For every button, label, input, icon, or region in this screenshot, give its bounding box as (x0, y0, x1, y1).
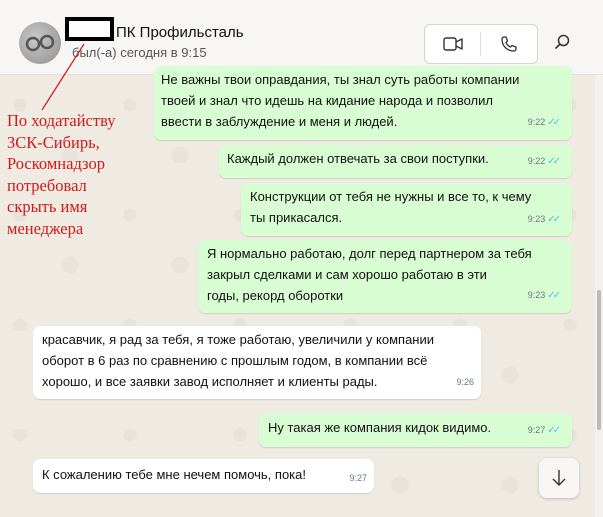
redaction-box (65, 17, 114, 41)
annotation-line: ЗСК-Сибирь, (7, 132, 100, 152)
annotation-line: менеджера (7, 218, 84, 238)
message-meta: 9:27 ✓✓ (527, 419, 561, 442)
message-time: 9:26 (456, 377, 474, 387)
message-meta: 9:22 ✓✓ (527, 150, 561, 173)
annotation-line: Роскомнадзор (7, 154, 105, 173)
annotation-line: По ходатайству (7, 111, 116, 130)
message-meta: 9:22 ✓✓ (527, 111, 561, 134)
message-bubble-outgoing[interactable]: Конструкции от тебя не нужны и все то, к… (241, 183, 572, 236)
message-bubble-outgoing[interactable]: Не важны твои оправдания, ты знал суть р… (154, 66, 572, 140)
read-receipt-icon: ✓✓ (547, 156, 561, 167)
message-meta: 9:23 ✓✓ (527, 208, 561, 231)
message-text-line: Конструкции от тебя не нужны и все то, к… (250, 189, 532, 204)
read-receipt-icon: ✓✓ (547, 117, 561, 128)
video-call-icon (442, 37, 463, 51)
message-text-line: годы, рекорд оборотки (207, 288, 344, 303)
message-bubble-incoming[interactable]: красавчик, я рад за тебя, я тоже работаю… (33, 326, 481, 399)
annotation-line: потребовал (7, 175, 87, 195)
message-text-line: Ну такая же компания кидок видимо. (268, 420, 492, 435)
message-text-line: К сожалению тебе мне нечем помочь, пока! (42, 467, 306, 482)
contact-name[interactable]: ПК Профильсталь (116, 24, 244, 41)
message-bubble-incoming[interactable]: К сожалению тебе мне нечем помочь, пока!… (33, 459, 374, 493)
message-text-line: ввести в заблуждение и меня и людей. (161, 114, 398, 129)
message-bubble-outgoing[interactable]: Каждый должен отвечать за свои поступки.… (219, 145, 572, 178)
message-meta: 9:23 ✓✓ (527, 284, 561, 307)
message-text-line: закрыл сделками и сам хорошо работаю в э… (207, 267, 487, 282)
message-text-line: хорошо, и все заявки завод исполняет и к… (42, 374, 378, 389)
annotation-text: По ходатайству ЗСК-Сибирь, Роскомнадзор … (7, 110, 157, 239)
arrow-down-icon (552, 470, 566, 486)
voice-call-icon (500, 36, 517, 52)
handcuffs-icon (25, 34, 55, 52)
message-text-line: оборот в 6 раз по сравнению с прошлым го… (42, 353, 428, 368)
message-time: 9:23 (527, 214, 546, 224)
scroll-to-bottom-button[interactable] (539, 458, 579, 498)
message-time: 9:27 (349, 473, 367, 483)
message-text-line: твоей и знал что идешь на кидание народа… (161, 93, 493, 108)
message-bubble-outgoing[interactable]: Ну такая же компания кидок видимо. 9:27 ✓… (259, 413, 572, 447)
contact-last-seen: был(-а) сегодня в 9:15 (72, 45, 207, 60)
read-receipt-icon: ✓✓ (547, 214, 561, 225)
message-text-line: ты прикасался. (250, 210, 343, 225)
search-button[interactable] (548, 28, 576, 56)
message-bubble-outgoing[interactable]: Я нормально работаю, долг перед партнеро… (198, 240, 572, 313)
message-time: 9:22 (527, 117, 546, 127)
annotation-line: скрыть имя (7, 197, 88, 216)
message-time: 9:27 (527, 425, 546, 435)
message-text-line: Не важны твои оправдания, ты знал суть р… (161, 72, 520, 87)
video-call-button[interactable] (425, 25, 480, 63)
message-text-line: красавчик, я рад за тебя, я тоже работаю… (42, 332, 434, 347)
message-text-line: Каждый должен отвечать за свои поступки. (227, 151, 489, 166)
message-text-line: Я нормально работаю, долг перед партнеро… (207, 246, 532, 261)
message-scrollbar[interactable] (595, 75, 603, 517)
read-receipt-icon: ✓✓ (547, 425, 561, 436)
message-time: 9:23 (527, 290, 546, 300)
contact-avatar[interactable] (19, 22, 61, 64)
scrollbar-thumb[interactable] (597, 290, 601, 430)
call-buttons-group (424, 24, 538, 64)
chat-header: ПК Профильсталь был(-а) сегодня в 9:15 (0, 0, 603, 75)
search-icon (554, 34, 570, 50)
message-time: 9:22 (527, 156, 546, 166)
voice-call-button[interactable] (481, 25, 536, 63)
read-receipt-icon: ✓✓ (547, 290, 561, 301)
